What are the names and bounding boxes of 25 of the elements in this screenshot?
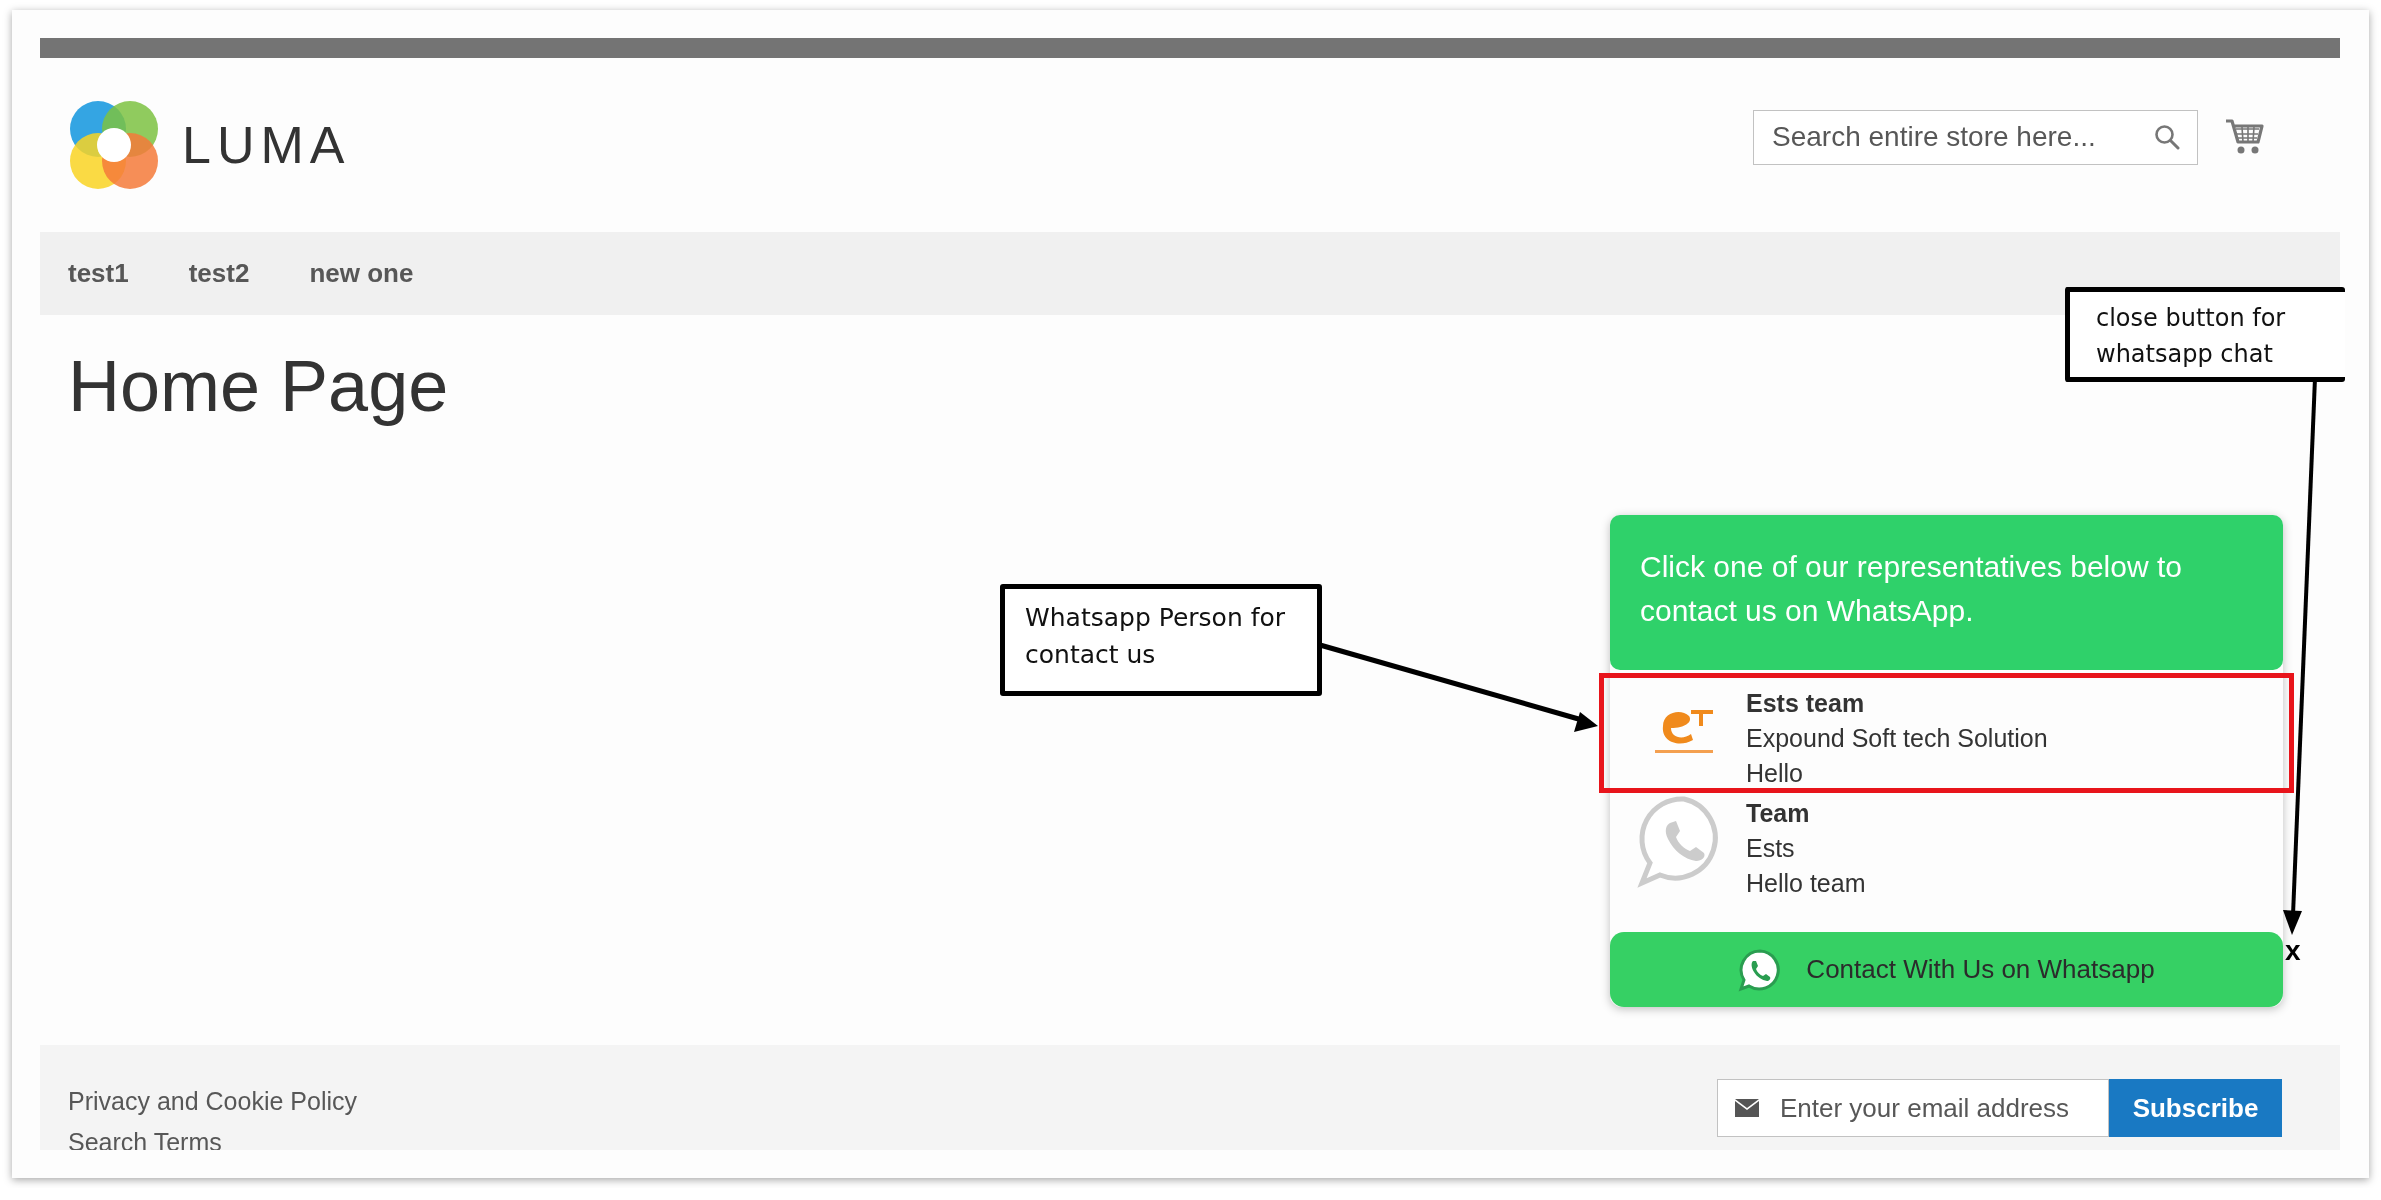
callout-box: close button for whatsapp chat (2065, 287, 2345, 382)
nav-link[interactable]: new one (309, 258, 414, 289)
footer-link[interactable]: Privacy and Cookie Policy (68, 1087, 357, 1116)
contact-button[interactable]: Contact With Us on Whatsapp (1610, 932, 2283, 1007)
company-logo-icon (1654, 707, 1714, 755)
agent-name: Ests team (1746, 688, 1866, 719)
agent-message: Hello (1746, 758, 1804, 789)
agent-company: Expound Soft tech Solution (1746, 723, 2048, 754)
agent-item[interactable]: Ests team Expound Soft tech Solution Hello (1604, 678, 2289, 788)
subscribe-button[interactable]: Subscribe (2109, 1079, 2282, 1137)
whatsapp-icon (1738, 947, 1783, 992)
nav-link[interactable]: test1 (68, 258, 129, 289)
search-field[interactable]: Search entire store here... (1753, 109, 2198, 165)
close-button[interactable]: x (2281, 937, 2305, 965)
cart-icon[interactable] (2224, 118, 2264, 156)
logo-text[interactable]: LUMA (182, 115, 351, 175)
nav-link[interactable]: test2 (188, 258, 250, 289)
search-icon[interactable] (2154, 123, 2180, 150)
logo-icon[interactable] (68, 99, 160, 191)
email-field[interactable]: Enter your email address (1717, 1079, 2109, 1137)
callout-box: Whatsapp Person for contact us (1000, 584, 1322, 696)
page-title: Home Page (68, 345, 449, 427)
agent-name: Team (1746, 798, 1811, 829)
agent-company: Ests (1746, 833, 1796, 864)
chat-intro: Click one of our representatives below to contact us on WhatsApp. (1610, 515, 2283, 670)
